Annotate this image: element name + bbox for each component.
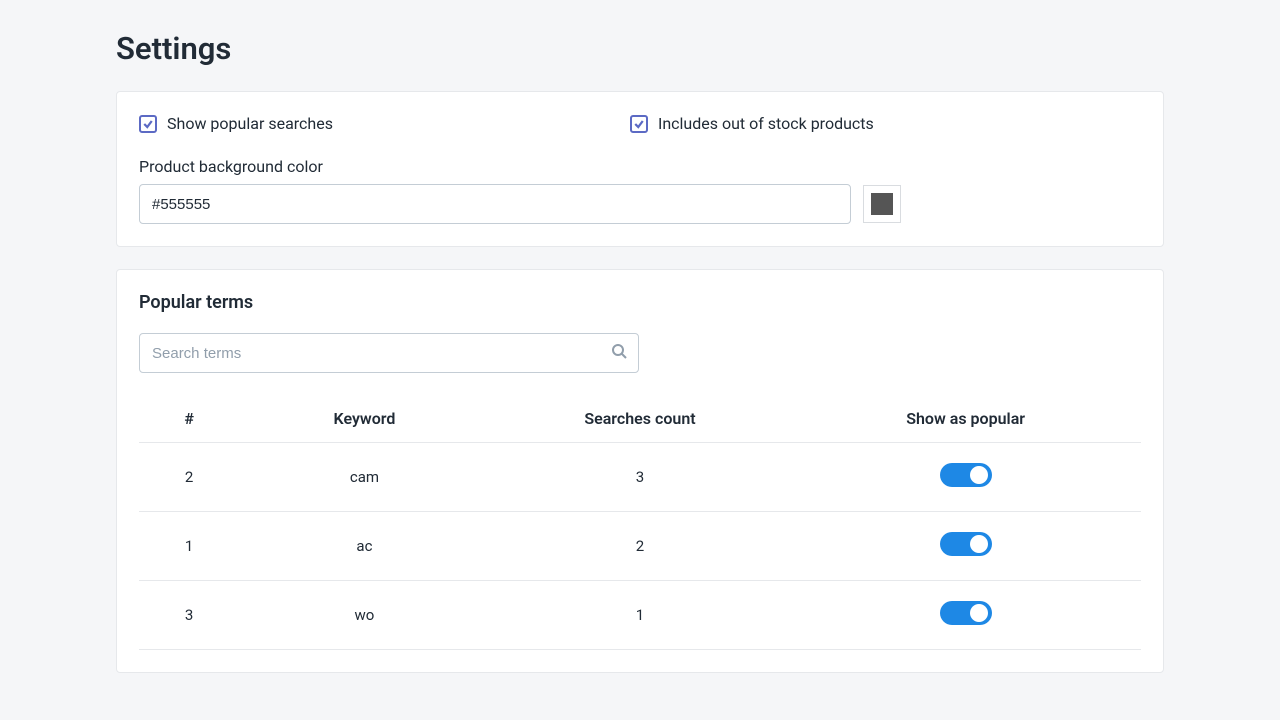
cell-keyword: wo	[239, 581, 490, 650]
toggle-knob	[970, 466, 988, 484]
cell-index: 2	[139, 443, 239, 512]
product-bg-color-label: Product background color	[139, 157, 1141, 176]
table-row: 2cam3	[139, 443, 1141, 512]
color-swatch-inner	[871, 193, 893, 215]
popular-terms-title: Popular terms	[139, 292, 1141, 313]
show-as-popular-toggle[interactable]	[940, 463, 992, 487]
page-title: Settings	[116, 30, 1164, 67]
check-icon	[633, 118, 645, 130]
col-show: Show as popular	[790, 395, 1141, 443]
cell-count: 1	[490, 581, 791, 650]
check-icon	[142, 118, 154, 130]
include-out-of-stock-label: Includes out of stock products	[658, 114, 874, 133]
cell-count: 2	[490, 512, 791, 581]
toggle-knob	[970, 535, 988, 553]
col-index: #	[139, 395, 239, 443]
show-popular-searches-label: Show popular searches	[167, 114, 333, 133]
col-count: Searches count	[490, 395, 791, 443]
show-popular-searches-checkbox[interactable]	[139, 115, 157, 133]
cell-index: 1	[139, 512, 239, 581]
col-keyword: Keyword	[239, 395, 490, 443]
product-bg-color-input[interactable]	[139, 184, 851, 224]
show-as-popular-toggle[interactable]	[940, 532, 992, 556]
product-bg-color-swatch[interactable]	[863, 185, 901, 223]
cell-keyword: cam	[239, 443, 490, 512]
search-terms-input[interactable]	[139, 333, 639, 373]
include-out-of-stock-checkbox[interactable]	[630, 115, 648, 133]
table-row: 3wo1	[139, 581, 1141, 650]
cell-count: 3	[490, 443, 791, 512]
settings-card: Show popular searches Includes out of st…	[116, 91, 1164, 247]
popular-terms-card: Popular terms # Keyword Searches count S…	[116, 269, 1164, 673]
cell-show	[790, 443, 1141, 512]
cell-index: 3	[139, 581, 239, 650]
cell-show	[790, 512, 1141, 581]
cell-show	[790, 581, 1141, 650]
toggle-knob	[970, 604, 988, 622]
show-as-popular-toggle[interactable]	[940, 601, 992, 625]
popular-terms-table: # Keyword Searches count Show as popular…	[139, 395, 1141, 650]
cell-keyword: ac	[239, 512, 490, 581]
table-row: 1ac2	[139, 512, 1141, 581]
